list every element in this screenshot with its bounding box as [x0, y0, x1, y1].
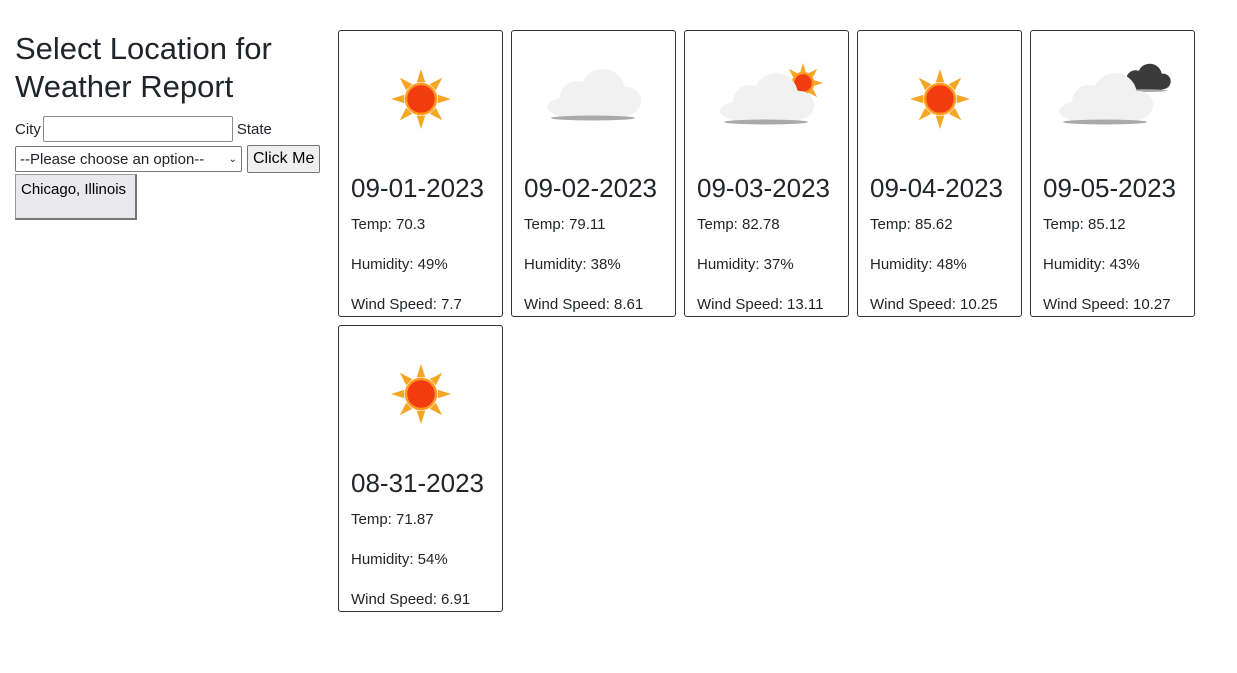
submit-button[interactable]: Click Me: [247, 145, 321, 173]
forecast-card: 09-05-2023 Temp: 85.12 Humidity: 43% Wind S…: [1030, 30, 1195, 317]
forecast-temp: Temp: 85.62: [870, 216, 953, 233]
cloud-icon: [547, 69, 641, 121]
forecast-wind-speed: Wind Speed: 10.25: [870, 296, 998, 313]
chevron-down-icon: ⌄: [228, 153, 237, 165]
forecast-temp: Temp: 70.3: [351, 216, 426, 233]
forecast-temp: Temp: 82.78: [697, 216, 780, 233]
forecast-card: 09-03-2023 Temp: 82.78 Humidity: 37% Wind S…: [684, 30, 849, 317]
sun-icon: [391, 69, 451, 129]
forecast-date: 09-03-2023: [697, 173, 830, 203]
forecast-humidity: Humidity: 38%: [524, 256, 621, 273]
forecast-temp: Temp: 71.87: [351, 511, 434, 528]
forecast-humidity: Humidity: 54%: [351, 551, 448, 568]
forecast-card: 09-04-2023 Temp: 85.62 Humidity: 48% Wind S…: [857, 30, 1022, 317]
sun-icon: [391, 364, 451, 424]
forecast-card: 08-31-2023 Temp: 71.87 Humidity: 54% Wind S…: [338, 325, 503, 612]
state-selected-value: --Please choose an option--: [20, 150, 205, 168]
forecast-wind-speed: Wind Speed: 13.11: [697, 296, 824, 313]
city-row: City State: [15, 114, 325, 144]
forecast-wind-speed: Wind Speed: 8.61: [524, 296, 644, 313]
forecast-temp: Temp: 79.11: [524, 216, 606, 233]
forecast-date: 08-31-2023: [351, 468, 484, 498]
state-row: --Please choose an option-- ⌄ Click Me: [15, 144, 325, 174]
forecast-date: 09-04-2023: [870, 173, 1003, 203]
state-select[interactable]: --Please choose an option-- ⌄: [15, 146, 242, 172]
dark-clouds-icon: [1059, 63, 1171, 125]
forecast-humidity: Humidity: 37%: [697, 256, 794, 273]
city-label: City: [15, 120, 41, 138]
forecast-card: 09-01-2023 Temp: 70.3 Humidity: 49% Wind Sp…: [338, 30, 503, 317]
forecast-wind-speed: Wind Speed: 10.27: [1043, 296, 1171, 313]
forecast-card: 09-02-2023 Temp: 79.11 Humidity: 38% Wind S…: [511, 30, 676, 317]
partly-cloudy-icon: [720, 63, 823, 125]
city-input[interactable]: [42, 116, 233, 142]
forecast-humidity: Humidity: 48%: [870, 256, 967, 273]
forecast-temp: Temp: 85.12: [1043, 216, 1126, 233]
forecast-date: 09-01-2023: [351, 173, 484, 203]
location-panel: Select Location for Weather Report City …: [15, 30, 325, 220]
forecast-wind-speed: Wind Speed: 6.91: [351, 591, 471, 608]
forecast-date: 09-02-2023: [524, 173, 657, 203]
forecast-humidity: Humidity: 49%: [351, 256, 448, 273]
history-button-chicago[interactable]: Chicago, Illinois: [15, 174, 137, 220]
forecast-date: 09-05-2023: [1043, 173, 1176, 203]
state-label: State: [236, 120, 272, 138]
sun-icon: [910, 69, 970, 129]
forecast-wind-speed: Wind Speed: 7.7: [351, 296, 462, 313]
page-title: Select Location for Weather Report: [15, 31, 272, 104]
forecast-humidity: Humidity: 43%: [1043, 256, 1140, 273]
